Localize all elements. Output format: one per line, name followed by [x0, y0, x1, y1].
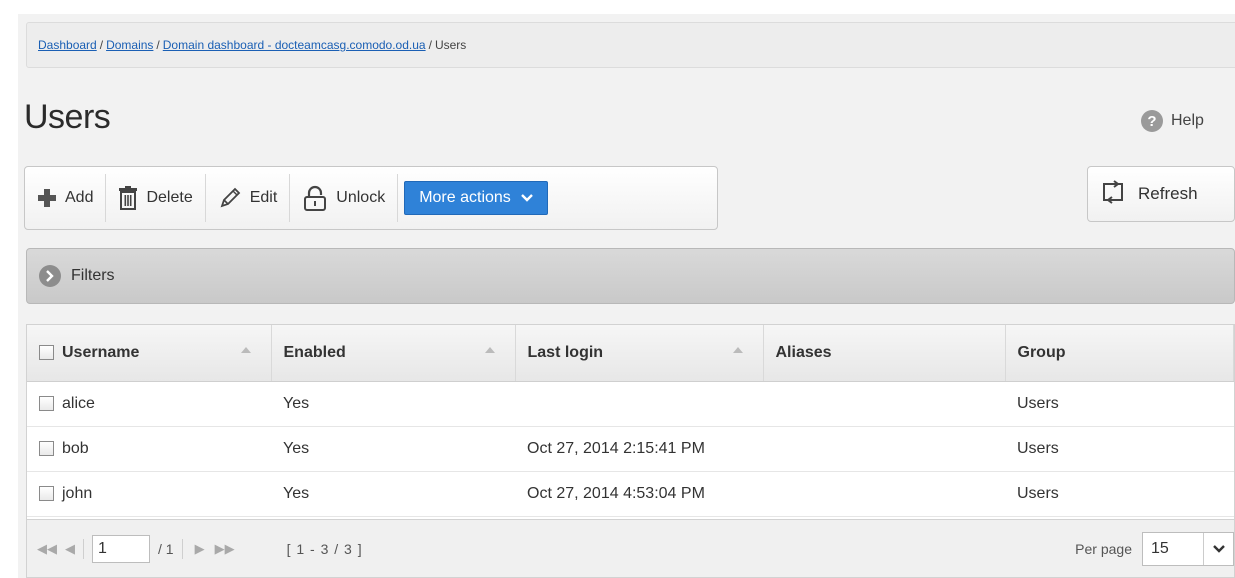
- row-checkbox[interactable]: [39, 485, 54, 501]
- row-checkbox[interactable]: [39, 395, 54, 411]
- breadcrumb: Dashboard / Domains / Domain dashboard - doc…: [26, 22, 1235, 68]
- username-text: john: [62, 484, 93, 502]
- refresh-button[interactable]: Refresh: [1087, 166, 1235, 222]
- breadcrumb-domain-dashboard[interactable]: Domain dashboard - docteamcasg.comodo.od…: [163, 38, 426, 52]
- column-last-login[interactable]: Last login: [515, 325, 764, 382]
- prev-page-icon[interactable]: ◀: [65, 541, 75, 557]
- column-group[interactable]: Group: [1005, 325, 1234, 382]
- cell-enabled: Yes: [271, 426, 515, 472]
- pencil-icon: [218, 186, 242, 210]
- column-label: Username: [62, 343, 140, 361]
- refresh-icon: [1100, 179, 1126, 209]
- help-link[interactable]: ? Help: [1141, 110, 1204, 132]
- action-toolbar: Add Delete Edit Unlock More actions: [24, 166, 718, 230]
- plus-icon: [37, 188, 57, 208]
- per-page-label: Per page: [1075, 540, 1132, 557]
- sort-up-icon: [484, 347, 495, 353]
- chevron-down-icon: [1203, 532, 1233, 565]
- column-label: Group: [1017, 343, 1066, 361]
- breadcrumb-separator: /: [156, 38, 160, 52]
- per-page-control: Per page 15: [1075, 531, 1234, 566]
- sort-up-icon: [732, 347, 743, 353]
- breadcrumb-dashboard[interactable]: Dashboard: [38, 38, 97, 52]
- users-table: Username Enabled Last login Aliases Grou…: [26, 324, 1235, 578]
- column-label: Last login: [527, 343, 604, 361]
- question-icon: ?: [1141, 110, 1163, 132]
- cell-group: Users: [1005, 471, 1234, 517]
- breadcrumb-domains[interactable]: Domains: [106, 38, 153, 52]
- per-page-select[interactable]: 15: [1142, 531, 1234, 566]
- column-aliases[interactable]: Aliases: [763, 325, 1006, 382]
- breadcrumb-separator: /: [428, 38, 432, 52]
- cell-last-login: [515, 381, 763, 427]
- cell-aliases: [763, 471, 1005, 517]
- add-button[interactable]: Add: [25, 174, 107, 222]
- sort-up-icon: [240, 347, 251, 353]
- edit-button[interactable]: Edit: [206, 174, 291, 222]
- chevron-down-icon: [520, 189, 533, 207]
- cell-enabled: Yes: [271, 471, 515, 517]
- table-header-row: Username Enabled Last login Aliases Grou…: [27, 325, 1234, 382]
- cell-username: john: [27, 471, 271, 517]
- cell-last-login: Oct 27, 2014 4:53:04 PM: [515, 471, 763, 517]
- page-container: Dashboard / Domains / Domain dashboard - doc…: [18, 14, 1235, 578]
- cell-last-login: Oct 27, 2014 2:15:41 PM: [515, 426, 763, 472]
- cell-aliases: [763, 381, 1005, 427]
- cell-aliases: [763, 426, 1005, 472]
- cell-username: bob: [27, 426, 271, 472]
- per-page-value: 15: [1151, 539, 1169, 557]
- breadcrumb-current: Users: [434, 38, 467, 52]
- divider: [181, 538, 183, 559]
- filters-panel-toggle[interactable]: Filters: [26, 248, 1235, 304]
- page-number-input[interactable]: 1: [92, 534, 150, 563]
- unlock-button[interactable]: Unlock: [290, 174, 399, 222]
- username-text: bob: [62, 439, 89, 457]
- cell-enabled: Yes: [271, 381, 515, 427]
- refresh-label: Refresh: [1138, 184, 1198, 203]
- table-row[interactable]: john Yes Oct 27, 2014 4:53:04 PM Users: [27, 471, 1234, 517]
- table-row[interactable]: bob Yes Oct 27, 2014 2:15:41 PM Users: [27, 426, 1234, 472]
- page-title: Users: [24, 98, 111, 136]
- more-actions-button[interactable]: More actions: [404, 181, 548, 215]
- filters-label: Filters: [71, 267, 115, 284]
- unlock-icon: [302, 185, 328, 211]
- next-page-icon[interactable]: ▶: [195, 541, 205, 557]
- column-username[interactable]: Username: [27, 325, 272, 382]
- help-label: Help: [1171, 112, 1204, 129]
- pagination-bar: ◀◀ ◀ 1 / 1 ▶ ▶▶ [ 1 - 3 / 3 ] Per page 1…: [27, 519, 1234, 577]
- username-text: alice: [62, 394, 95, 412]
- delete-button[interactable]: Delete: [106, 174, 206, 222]
- row-checkbox[interactable]: [39, 440, 54, 456]
- column-label: Enabled: [283, 343, 346, 361]
- divider: [83, 538, 84, 559]
- table-row[interactable]: alice Yes Users: [27, 381, 1234, 427]
- more-actions-label: More actions: [419, 189, 511, 206]
- record-range: [ 1 - 3 / 3 ]: [286, 540, 363, 557]
- chevron-right-icon: [39, 265, 61, 287]
- column-enabled[interactable]: Enabled: [271, 325, 516, 382]
- breadcrumb-separator: /: [99, 38, 104, 52]
- first-page-icon[interactable]: ◀◀: [37, 541, 57, 557]
- edit-label: Edit: [249, 189, 278, 206]
- last-page-icon[interactable]: ▶▶: [215, 541, 235, 557]
- delete-label: Delete: [146, 189, 193, 206]
- cell-username: alice: [27, 381, 271, 427]
- page-count: / 1: [158, 540, 174, 557]
- cell-group: Users: [1005, 381, 1234, 427]
- unlock-label: Unlock: [336, 189, 386, 206]
- column-label: Aliases: [775, 343, 832, 361]
- trash-icon: [118, 186, 138, 210]
- select-all-checkbox[interactable]: [39, 345, 54, 361]
- cell-group: Users: [1005, 426, 1234, 472]
- add-label: Add: [65, 189, 94, 206]
